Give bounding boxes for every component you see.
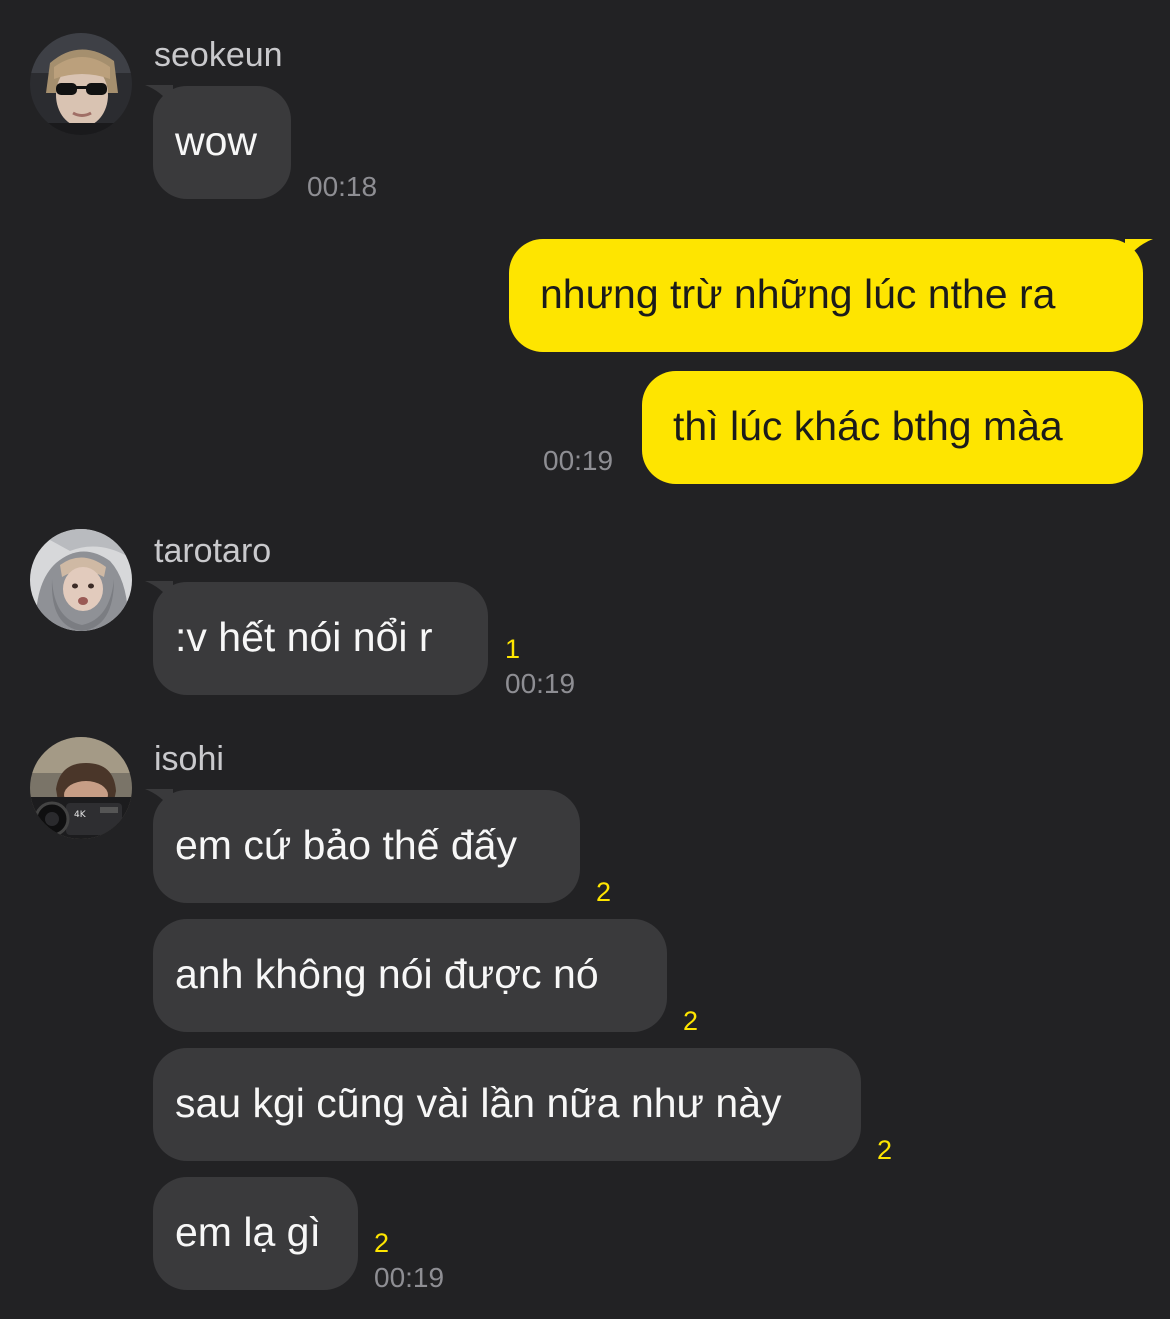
chat-screen: { "colors": { "background": "#222224", "… [0, 0, 1170, 1319]
message-bubble[interactable]: sau kgi cũng vài lần nữa như này [153, 1048, 861, 1161]
message-text: nhưng trừ những lúc nthe ra [540, 271, 1056, 317]
message-text: anh không nói được nó [175, 951, 599, 997]
message-text: sau kgi cũng vài lần nữa như này [175, 1080, 782, 1126]
avatar-camera-icon: 4K [30, 737, 132, 839]
message-timestamp: 00:19 [374, 1262, 445, 1293]
my-message-bubble[interactable]: nhưng trừ những lúc nthe ra [509, 239, 1153, 352]
bubble-tail-icon [1125, 239, 1153, 261]
unread-count: 2 [374, 1228, 390, 1258]
unread-count: 2 [596, 877, 612, 907]
bubble-tail-icon [145, 789, 173, 811]
message-text: thì lúc khác bthg màa [673, 403, 1063, 449]
unread-count: 2 [877, 1135, 893, 1165]
my-message-bubble[interactable]: thì lúc khác bthg màa [642, 371, 1143, 484]
avatar-sunglasses-icon [30, 33, 132, 135]
avatar-hoodie-icon [30, 529, 132, 631]
message-text: em cứ bảo thế đấy [175, 822, 517, 868]
sender-name-tarotaro: tarotaro [154, 532, 272, 570]
message-bubble[interactable]: anh không nói được nó [153, 919, 667, 1032]
sender-name-seokeun: seokeun [154, 36, 283, 74]
unread-count: 2 [683, 1006, 699, 1036]
message-text: wow [175, 118, 258, 164]
bubble-tail-icon [145, 581, 173, 603]
message-timestamp: 00:18 [307, 171, 378, 202]
message-text: em lạ gì [175, 1209, 321, 1255]
unread-count: 1 [505, 634, 521, 664]
avatar-tarotaro[interactable] [30, 529, 132, 631]
message-timestamp: 00:19 [505, 668, 576, 699]
message-bubble[interactable]: em cứ bảo thế đấy [145, 789, 580, 903]
avatar-isohi[interactable]: 4K [30, 737, 132, 839]
bubble-tail-icon [145, 85, 173, 107]
svg-text:4K: 4K [74, 810, 87, 820]
message-text: :v hết nói nổi r [175, 614, 433, 660]
avatar-seokeun[interactable] [30, 33, 132, 135]
message-bubble[interactable]: wow [145, 85, 291, 199]
message-bubble[interactable]: :v hết nói nổi r [145, 581, 488, 695]
message-bubble[interactable]: em lạ gì [153, 1177, 358, 1290]
sender-name-isohi: isohi [154, 740, 224, 778]
message-timestamp: 00:19 [543, 445, 614, 476]
